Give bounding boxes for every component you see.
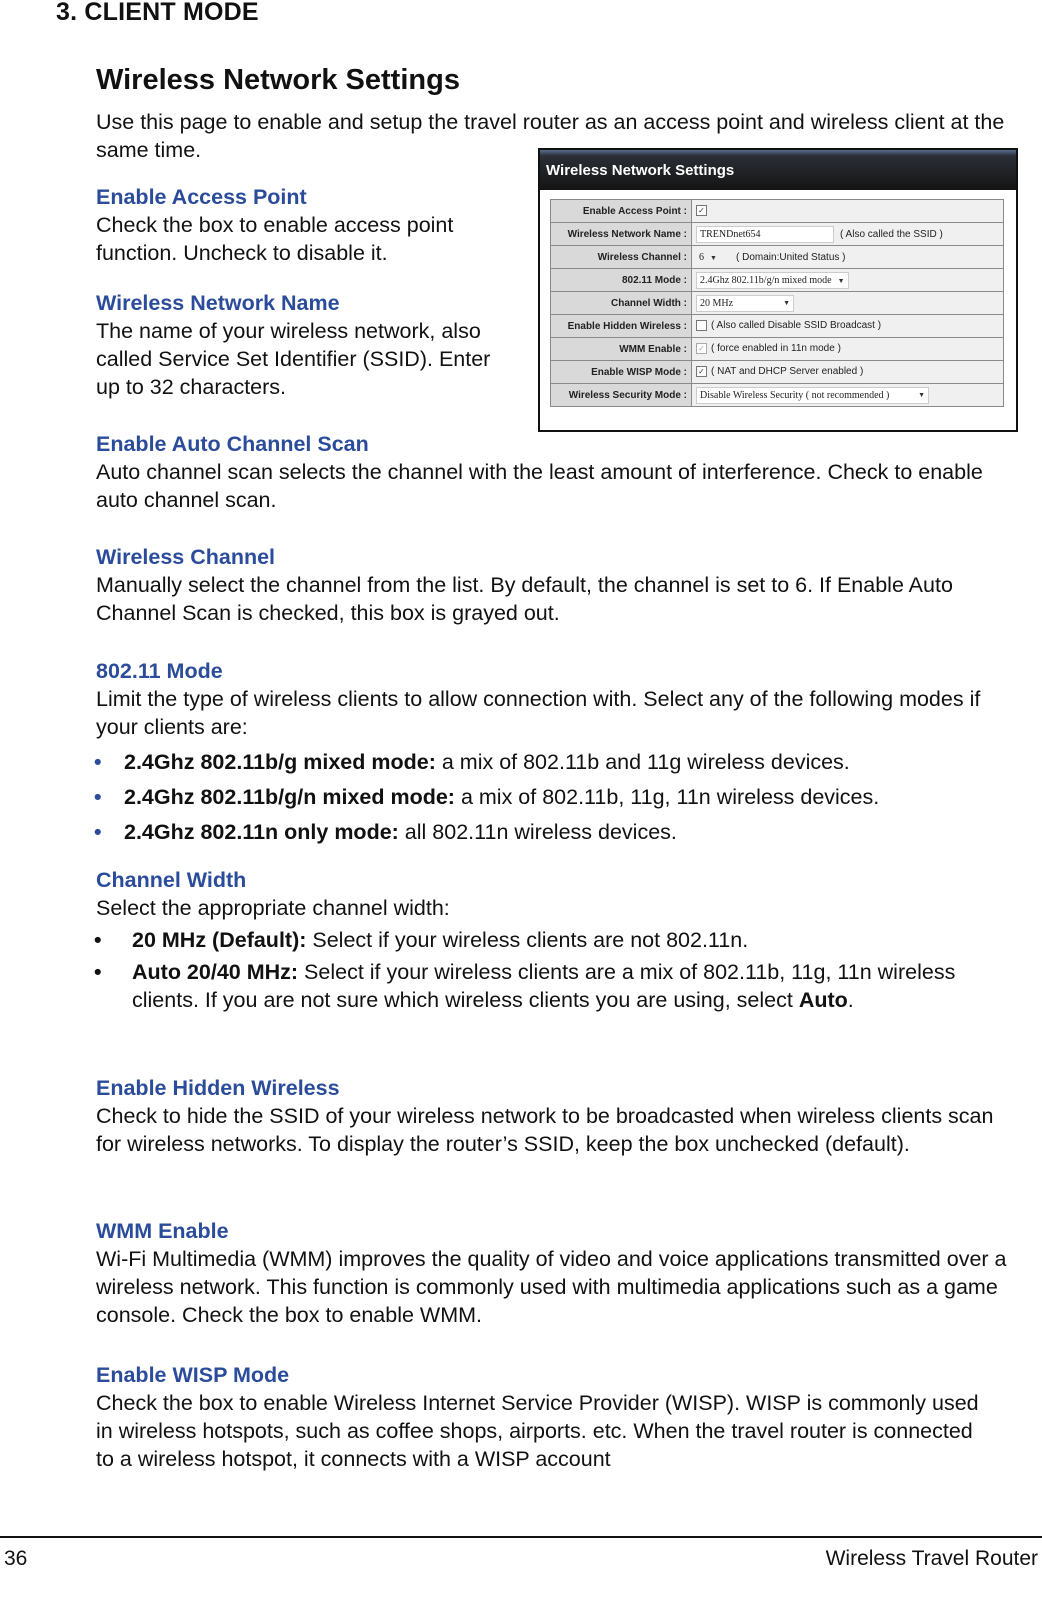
list-item: • 2.4Ghz 802.11n only mode: all 802.11n w…: [94, 820, 677, 844]
channel-note: ( Domain:United Status ): [736, 251, 846, 263]
section-auto-channel: Enable Auto Channel Scan Auto channel sc…: [96, 430, 1011, 514]
section-body: Select the appropriate channel width:: [96, 896, 450, 920]
list-item: • 2.4Ghz 802.11b/g/n mixed mode: a mix of…: [94, 785, 880, 809]
section-body: Check to hide the SSID of your wireless …: [96, 1104, 994, 1156]
mode-list: • 2.4Ghz 802.11b/g mixed mode: a mix of 8…: [94, 748, 1026, 846]
channel-select[interactable]: 6 ▼: [696, 250, 730, 265]
section-heading: Wireless Network Name: [96, 291, 340, 315]
section-wireless-channel: Wireless Channel Manually select the cha…: [96, 543, 1026, 627]
wisp-checkbox[interactable]: ✓: [696, 366, 707, 378]
section-body: Check the box to enable Wireless Interne…: [96, 1391, 979, 1471]
section-heading: WMM Enable: [96, 1219, 229, 1243]
ssid-input[interactable]: TRENDnet654: [696, 225, 834, 243]
section-enable-access-point: Enable Access Point Check the box to ena…: [96, 183, 526, 267]
section-network-name: Wireless Network Name The name of your w…: [96, 289, 506, 401]
section-heading: Wireless Channel: [96, 545, 276, 569]
screenshot-header: Wireless Network Settings: [540, 150, 1016, 190]
list-item: • Auto 20/40 MHz: Select if your wireless…: [94, 960, 956, 1012]
section-body: The name of your wireless network, also …: [96, 319, 491, 399]
section-body: Auto channel scan selects the channel wi…: [96, 460, 983, 512]
width-list: • 20 MHz (Default): Select if your wirele…: [94, 926, 996, 1014]
mode-select[interactable]: 2.4Ghz 802.11b/g/n mixed mode ▼: [696, 271, 849, 289]
chevron-down-icon: ▼: [710, 253, 717, 262]
section-body: Check the box to enable access point fun…: [96, 213, 454, 265]
chapter-heading: 3. CLIENT MODE: [56, 0, 259, 26]
row-80211-mode: 802.11 Mode : 2.4Ghz 802.11b/g/n mixed m…: [550, 268, 1004, 292]
row-wmm-enable: WMM Enable : ✓( force enabled in 11n mod…: [550, 337, 1004, 361]
footer-divider: [0, 1536, 1042, 1538]
hidden-wireless-checkbox[interactable]: [696, 320, 707, 332]
section-heading: Channel Width: [96, 868, 247, 892]
ssid-note: ( Also called the SSID ): [840, 228, 943, 240]
section-body: Manually select the channel from the lis…: [96, 573, 953, 625]
page-number: 36: [4, 1547, 28, 1570]
page-title: Wireless Network Settings: [96, 64, 460, 96]
chevron-down-icon: ▼: [837, 276, 845, 285]
section-heading: Enable Hidden Wireless: [96, 1076, 340, 1100]
row-wisp-mode: Enable WISP Mode : ✓( NAT and DHCP Serve…: [550, 360, 1004, 384]
wmm-checkbox: ✓: [696, 343, 707, 355]
row-security-mode: Wireless Security Mode : Disable Wireles…: [550, 383, 1004, 407]
section-heading: Enable Access Point: [96, 185, 307, 209]
section-wmm: WMM Enable Wi-Fi Multimedia (WMM) improv…: [96, 1217, 1021, 1329]
section-80211-mode: 802.11 Mode Limit the type of wireless c…: [94, 657, 1026, 846]
chevron-down-icon: ▼: [918, 390, 925, 399]
chevron-down-icon: ▼: [783, 298, 790, 307]
row-hidden-wireless: Enable Hidden Wireless : ( Also called D…: [550, 314, 1004, 338]
section-body: Wi-Fi Multimedia (WMM) improves the qual…: [96, 1247, 1007, 1327]
section-wisp: Enable WISP Mode Check the box to enable…: [96, 1361, 996, 1473]
screenshot-title: Wireless Network Settings: [546, 162, 735, 179]
section-heading: Enable Auto Channel Scan: [96, 432, 369, 456]
security-mode-select[interactable]: Disable Wireless Security ( not recommen…: [696, 386, 929, 404]
footer-product-name: Wireless Travel Router: [825, 1547, 1038, 1570]
enable-access-point-checkbox[interactable]: ✓: [696, 205, 707, 217]
row-enable-access-point: Enable Access Point : ✓: [550, 199, 1004, 223]
row-channel-width: Channel Width : 20 MHz ▼: [550, 291, 1004, 315]
row-network-name: Wireless Network Name : TRENDnet654( Als…: [550, 222, 1004, 246]
section-channel-width: Channel Width Select the appropriate cha…: [94, 866, 996, 1014]
section-heading: 802.11 Mode: [96, 659, 223, 683]
section-hidden-wireless: Enable Hidden Wireless Check to hide the…: [96, 1074, 996, 1158]
channel-width-select[interactable]: 20 MHz ▼: [696, 294, 794, 312]
section-heading: Enable WISP Mode: [96, 1363, 290, 1387]
list-item: • 20 MHz (Default): Select if your wirele…: [94, 928, 749, 952]
settings-screenshot: Wireless Network Settings Enable Access …: [538, 148, 1018, 432]
settings-table: Enable Access Point : ✓ Wireless Network…: [550, 199, 1004, 407]
section-body: Limit the type of wireless clients to al…: [96, 687, 981, 739]
list-item: • 2.4Ghz 802.11b/g mixed mode: a mix of 8…: [94, 750, 850, 774]
row-wireless-channel: Wireless Channel : 6 ▼( Domain:United Sta…: [550, 245, 1004, 269]
